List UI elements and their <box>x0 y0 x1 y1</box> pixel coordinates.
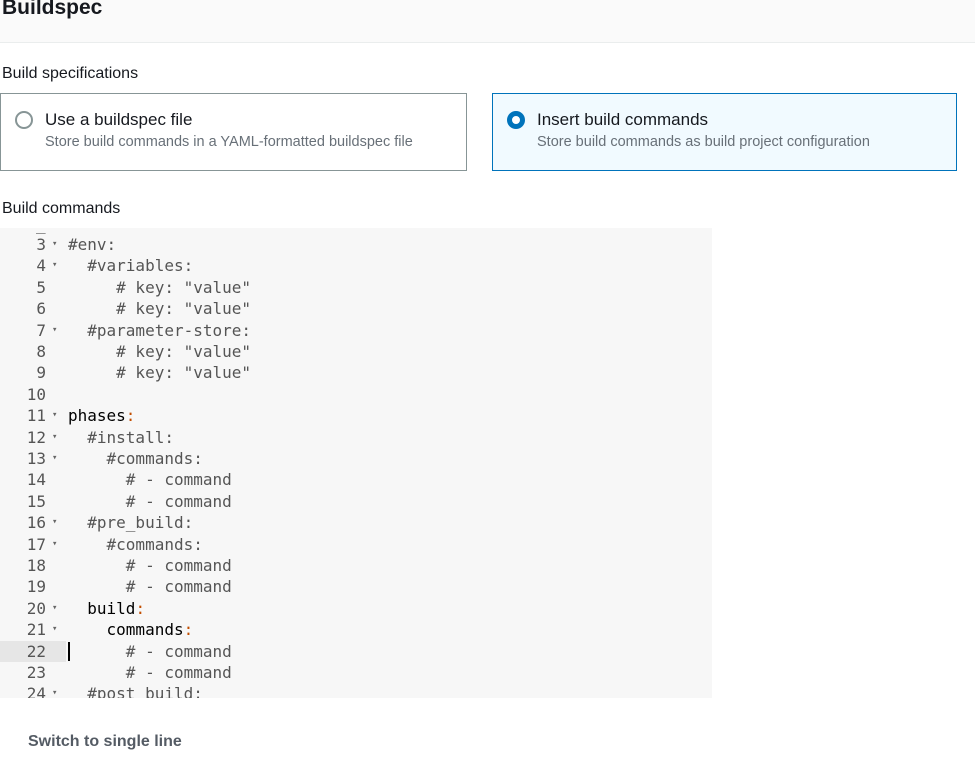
switch-to-single-line-link[interactable]: Switch to single line <box>28 733 182 751</box>
line-gutter: 13 ▾ <box>0 448 66 469</box>
line-gutter: 3 ▾ <box>0 234 66 255</box>
code-line: build: <box>68 598 146 618</box>
code-line: #install: <box>68 427 174 447</box>
code-line: # - command <box>68 470 232 490</box>
line-number: 18 <box>26 556 46 575</box>
line-gutter: 23 <box>0 662 66 683</box>
code-line: #env: <box>68 235 117 254</box>
fold-toggle-icon[interactable]: ▾ <box>52 534 57 555</box>
fold-toggle-icon[interactable]: ▾ <box>52 598 57 619</box>
line-gutter: 6 <box>0 298 66 319</box>
line-gutter: 9 <box>0 362 66 383</box>
line-gutter: 19 <box>0 576 66 597</box>
line-gutter: 7 ▾ <box>0 320 66 341</box>
code-line: # key: "value" <box>68 277 252 297</box>
line-gutter: 4 ▾ <box>0 255 66 276</box>
fold-toggle-icon[interactable]: ▾ <box>52 405 57 426</box>
fold-toggle-icon[interactable]: ▾ <box>52 320 57 341</box>
option-title: Use a buildspec file <box>45 110 193 129</box>
line-number: 4 <box>36 256 46 276</box>
fold-toggle-icon[interactable]: ▾ <box>52 234 57 255</box>
line-number: 20 <box>26 598 46 618</box>
line-gutter: 10 <box>0 384 66 405</box>
line-gutter: 8 <box>0 341 66 362</box>
line-number: 14 <box>26 470 46 490</box>
text-cursor <box>68 641 70 661</box>
line-gutter: 21 ▾ <box>0 619 66 640</box>
code-line: #commands: <box>68 534 203 554</box>
code-line: # - command <box>68 663 232 682</box>
fold-toggle-icon[interactable]: ▾ <box>52 427 57 448</box>
code-line: #pre_build: <box>68 513 194 533</box>
line-gutter: 16 ▾ <box>0 512 66 533</box>
section-title: Buildspec <box>2 0 103 19</box>
code-line: #variables: <box>68 256 194 276</box>
line-gutter: 24 ▾ <box>0 683 66 698</box>
build-commands-label: Build commands <box>2 200 121 217</box>
line-number: 5 <box>36 277 46 297</box>
option-description: Store build commands in a YAML-formatted… <box>45 134 413 150</box>
fold-toggle-icon[interactable]: ▾ <box>52 512 57 533</box>
code-line: # - command <box>68 577 232 597</box>
section-header: Buildspec <box>0 0 975 43</box>
radio-insert-commands[interactable] <box>507 111 525 129</box>
code-line: phases: <box>68 406 136 426</box>
code-line: commands: <box>68 620 194 640</box>
line-number: 11 <box>26 406 46 426</box>
line-gutter: 20 ▾ <box>0 598 66 619</box>
option-use-buildspec-file[interactable]: Use a buildspec file Store build command… <box>0 93 467 171</box>
build-commands-editor[interactable]: _ 3▾#env:4▾ #variables:5 # key: "value"6… <box>0 228 712 698</box>
code-line: #commands: <box>68 449 203 468</box>
fold-toggle-icon[interactable]: ▾ <box>52 255 57 276</box>
line-number: 13 <box>26 449 46 468</box>
line-number: 15 <box>26 491 46 511</box>
fold-toggle-icon[interactable]: ▾ <box>52 448 57 469</box>
line-number: 19 <box>26 577 46 597</box>
code-line: # key: "value" <box>68 299 252 319</box>
option-title: Insert build commands <box>537 110 709 129</box>
code-line: # - command <box>68 491 232 511</box>
line-gutter: 12 ▾ <box>0 427 66 448</box>
line-number: 16 <box>26 513 46 533</box>
option-insert-build-commands[interactable]: Insert build commands Store build comman… <box>492 93 957 171</box>
fold-toggle-icon[interactable]: ▾ <box>52 683 57 698</box>
line-number: 22 <box>26 641 46 661</box>
line-gutter: 15 <box>0 491 66 512</box>
line-number: 8 <box>36 342 46 361</box>
line-number: 10 <box>26 384 46 404</box>
line-number: 24 <box>26 684 46 698</box>
line-number: 6 <box>36 299 46 319</box>
code-line: # - command <box>68 556 232 575</box>
line-number: 3 <box>36 235 46 254</box>
line-gutter: 5 <box>0 277 66 298</box>
line-number: 17 <box>26 534 46 554</box>
line-number: 7 <box>36 320 46 340</box>
line-number: 21 <box>26 620 46 640</box>
code-line: # - command <box>68 641 232 661</box>
line-number: 23 <box>26 663 46 682</box>
line-gutter: 14 <box>0 469 66 490</box>
line-gutter: 22 <box>0 640 66 662</box>
radio-buildspec-file[interactable] <box>15 111 33 129</box>
code-line: # key: "value" <box>68 342 252 361</box>
code-line: # key: "value" <box>68 363 252 383</box>
line-number: 9 <box>36 363 46 383</box>
line-gutter: 11 ▾ <box>0 405 66 426</box>
code-line: #post_build: <box>68 684 203 698</box>
line-number: 12 <box>26 427 46 447</box>
option-description: Store build commands as build project co… <box>537 134 870 150</box>
line-gutter: 17 ▾ <box>0 534 66 555</box>
line-gutter: 18 <box>0 555 66 576</box>
code-line: #parameter-store: <box>68 320 252 340</box>
build-specifications-label: Build specifications <box>2 65 139 82</box>
fold-toggle-icon[interactable]: ▾ <box>52 619 57 640</box>
